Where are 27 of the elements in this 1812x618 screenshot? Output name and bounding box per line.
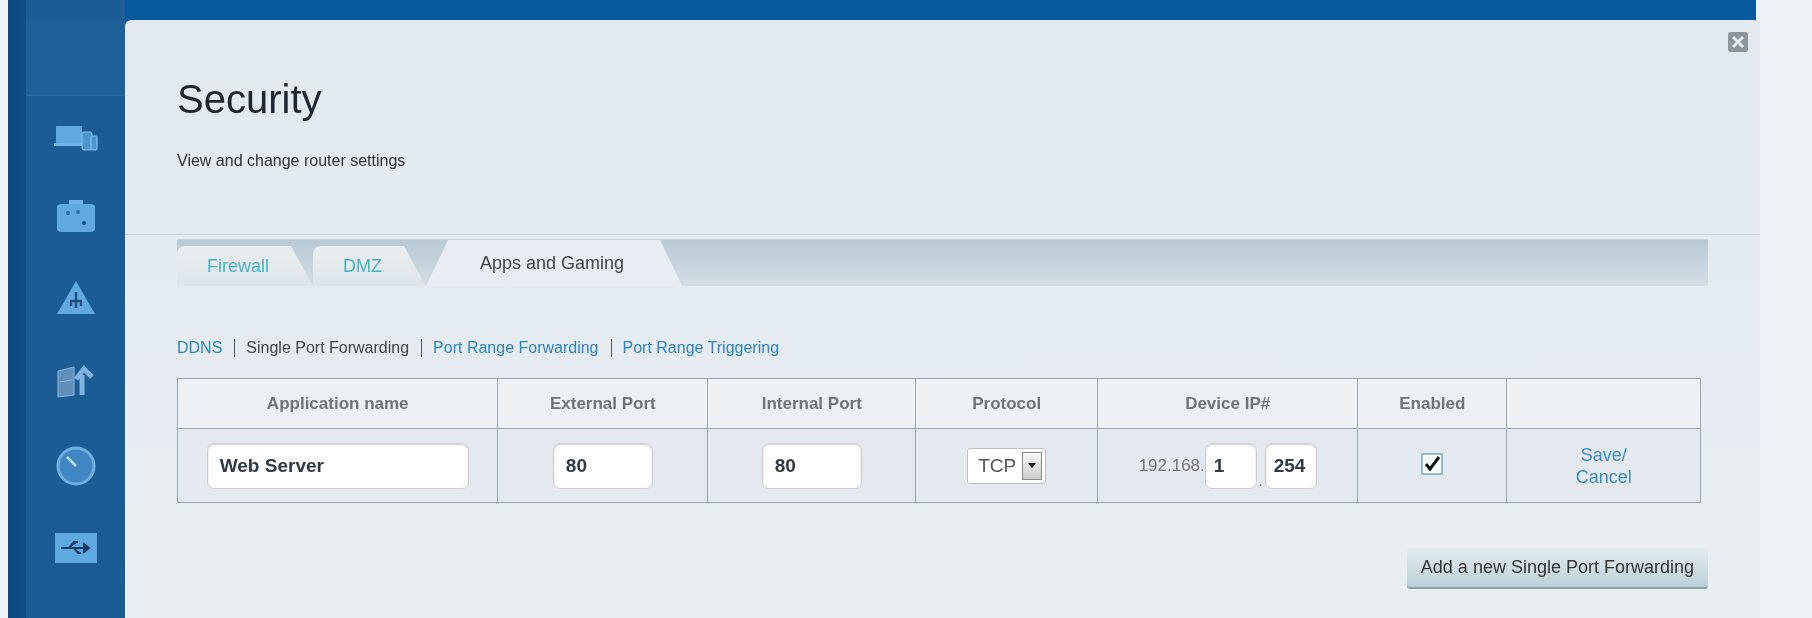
sub-tab-link[interactable]: Single Port Forwarding [246, 339, 410, 357]
close-icon[interactable] [1728, 32, 1748, 52]
usb-icon[interactable] [54, 533, 97, 563]
internal-port-field[interactable]: 80 [761, 442, 862, 489]
ip-octet-field[interactable]: 254 [1264, 442, 1317, 489]
add-forwarding-button[interactable]: Add a new Single Port Forwarding [1406, 548, 1708, 589]
column-header: Internal Port [707, 378, 916, 429]
warning-sign-icon[interactable] [55, 280, 96, 316]
application-name-field[interactable]: Web Server [206, 442, 469, 489]
restore-icon[interactable] [55, 363, 96, 399]
column-header: Device IP# [1097, 378, 1358, 429]
caret-icon [1028, 463, 1037, 468]
column-header: External Port [497, 378, 708, 429]
protocol-dropdown[interactable]: TCP [967, 447, 1047, 484]
page-title: Security [177, 77, 323, 122]
column-header: Protocol [915, 378, 1098, 429]
column-header: Application name [177, 378, 498, 429]
page-subtitle: View and change router settings [177, 152, 407, 170]
ip-octet-field[interactable]: 1 [1204, 442, 1257, 489]
tab[interactable]: Apps and Gaming [426, 240, 683, 286]
ip-separator-text: . [1258, 472, 1263, 489]
ip-prefix-text: 192.168. [1138, 455, 1205, 475]
speedometer-icon[interactable] [55, 446, 96, 486]
external-port-field[interactable]: 80 [552, 442, 653, 489]
enabled-checkbox[interactable] [1421, 452, 1444, 475]
toolbox-icon[interactable] [55, 199, 96, 233]
column-header: Enabled [1357, 378, 1507, 429]
